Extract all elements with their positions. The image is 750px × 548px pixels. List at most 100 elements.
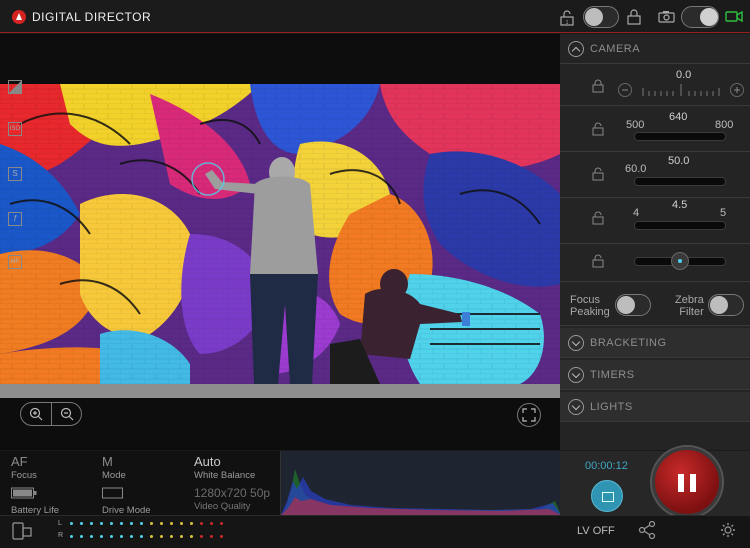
audio-meter-dot [160, 522, 163, 525]
fullscreen-button[interactable] [517, 403, 541, 427]
aperture-icon: f [8, 212, 22, 226]
iso-icon: ISO [8, 122, 22, 136]
video-quality-info[interactable]: 1280x720 50p Video Quality [194, 486, 270, 512]
audio-meter-dot [200, 535, 203, 538]
zoom-controls [20, 402, 82, 426]
photo-video-toggle-knob [700, 8, 718, 26]
live-view-off-button[interactable]: LV OFF [577, 525, 615, 537]
section-lights[interactable]: LIGHTS [560, 392, 750, 422]
zoom-out-icon [60, 407, 73, 421]
section-camera[interactable]: CAMERA [560, 34, 750, 64]
lock-toggle[interactable] [583, 6, 619, 28]
zoom-in-icon [29, 407, 43, 421]
share-icon[interactable] [638, 521, 656, 539]
app-title: DIGITAL DIRECTOR [32, 10, 152, 24]
audio-meter-dot [90, 522, 93, 525]
drive-mode-info[interactable]: Drive Mode [102, 486, 151, 516]
audio-meter-dot [130, 522, 133, 525]
photo-video-toggle[interactable] [681, 6, 719, 28]
audio-meter-dot [190, 522, 193, 525]
audio-meter-dot [160, 535, 163, 538]
exposure-lock-icon[interactable] [592, 79, 604, 93]
audio-meter-dot [70, 522, 73, 525]
zebra-filter-toggle[interactable] [708, 294, 744, 316]
audio-meter-left-label: L [58, 520, 62, 527]
audio-meter-dot [190, 535, 193, 538]
audio-meter-dot [220, 522, 223, 525]
recording-timer: 00:00:12 [585, 460, 628, 472]
audio-meter-dot [110, 522, 113, 525]
manual-focus-icon: MF [8, 255, 22, 269]
zebra-filter-label: Zebra Filter [675, 294, 704, 318]
histogram-graph [281, 469, 560, 515]
white-balance-value: Auto [194, 454, 221, 469]
focus-peaking-label: Focus Peaking [570, 294, 610, 318]
gear-icon[interactable] [720, 522, 736, 538]
video-camera-icon [725, 10, 743, 23]
audio-meter-dot [210, 522, 213, 525]
svg-text:1: 1 [566, 20, 569, 26]
section-timers[interactable]: TIMERS [560, 360, 750, 390]
audio-meter-dot [220, 535, 223, 538]
zebra-filter-knob [710, 296, 728, 314]
iso-value: 640 [669, 111, 688, 123]
audio-meter-dot [120, 535, 123, 538]
iso-max: 800 [715, 119, 734, 131]
audio-meter-dot [180, 522, 183, 525]
graffiti-scene [0, 84, 560, 398]
audio-meter-dot [80, 522, 83, 525]
brand: DIGITAL DIRECTOR [12, 10, 151, 24]
histogram [280, 451, 560, 515]
audio-meter-dot [100, 522, 103, 525]
audio-meter-dot [80, 535, 83, 538]
focus-peaking-toggle[interactable] [615, 294, 651, 316]
zoom-out-button[interactable] [52, 403, 82, 425]
mode-info[interactable]: M Mode [102, 454, 126, 481]
section-lights-label: LIGHTS [590, 400, 633, 413]
audio-meter-dot [100, 535, 103, 538]
white-balance-info[interactable]: Auto White Balance [194, 454, 255, 481]
zoom-in-button[interactable] [21, 403, 52, 425]
audio-meter-dot [170, 522, 173, 525]
shutter-slider[interactable] [634, 177, 726, 186]
audio-meter-dot [140, 535, 143, 538]
live-view-image[interactable] [0, 84, 560, 398]
section-bracketing[interactable]: BRACKETING [560, 328, 750, 358]
battery-info: Battery Life [11, 486, 59, 516]
section-bracketing-label: BRACKETING [590, 336, 667, 349]
exposure-scale[interactable] [617, 82, 745, 98]
device-connection-icon[interactable] [12, 522, 32, 540]
shutter-icon: S [8, 167, 22, 181]
focus-info[interactable]: AF Focus [11, 454, 37, 481]
shutter-min: 60.0 [625, 163, 647, 175]
focus-slider-knob[interactable] [671, 252, 689, 270]
audio-meter-dot [170, 535, 173, 538]
drive-mode-single-icon [102, 487, 123, 499]
aperture-max: 5 [720, 207, 727, 219]
focus-lock-open-icon[interactable] [592, 254, 604, 268]
aperture-lock-open-icon[interactable] [592, 211, 604, 225]
brand-logo-icon [12, 10, 26, 24]
audio-meter-dot [130, 535, 133, 538]
audio-meter-dot [140, 522, 143, 525]
audio-meter-dot [180, 535, 183, 538]
focus-peaking-knob [617, 296, 635, 314]
record-pause-button[interactable] [652, 447, 722, 517]
audio-meter-dot [90, 535, 93, 538]
iso-slider[interactable] [634, 132, 726, 141]
pause-icon [690, 474, 696, 492]
shutter-lock-open-icon[interactable] [592, 167, 604, 181]
iso-lock-open-icon[interactable] [592, 122, 604, 136]
audio-meter-dot [150, 522, 153, 525]
white-balance-label: White Balance [194, 470, 256, 481]
exposure-compensation-icon [8, 80, 22, 94]
aperture-slider[interactable] [634, 221, 726, 230]
battery-icon [11, 487, 37, 499]
audio-meter-dot [210, 535, 213, 538]
focus-info-value: AF [11, 454, 28, 469]
recording-mode-button[interactable] [591, 480, 623, 512]
shutter-value: 50.0 [668, 155, 690, 167]
audio-meter-right-label: R [58, 532, 64, 539]
chevron-down-icon [568, 334, 584, 351]
video-quality-value: 1280x720 50p [194, 486, 271, 500]
